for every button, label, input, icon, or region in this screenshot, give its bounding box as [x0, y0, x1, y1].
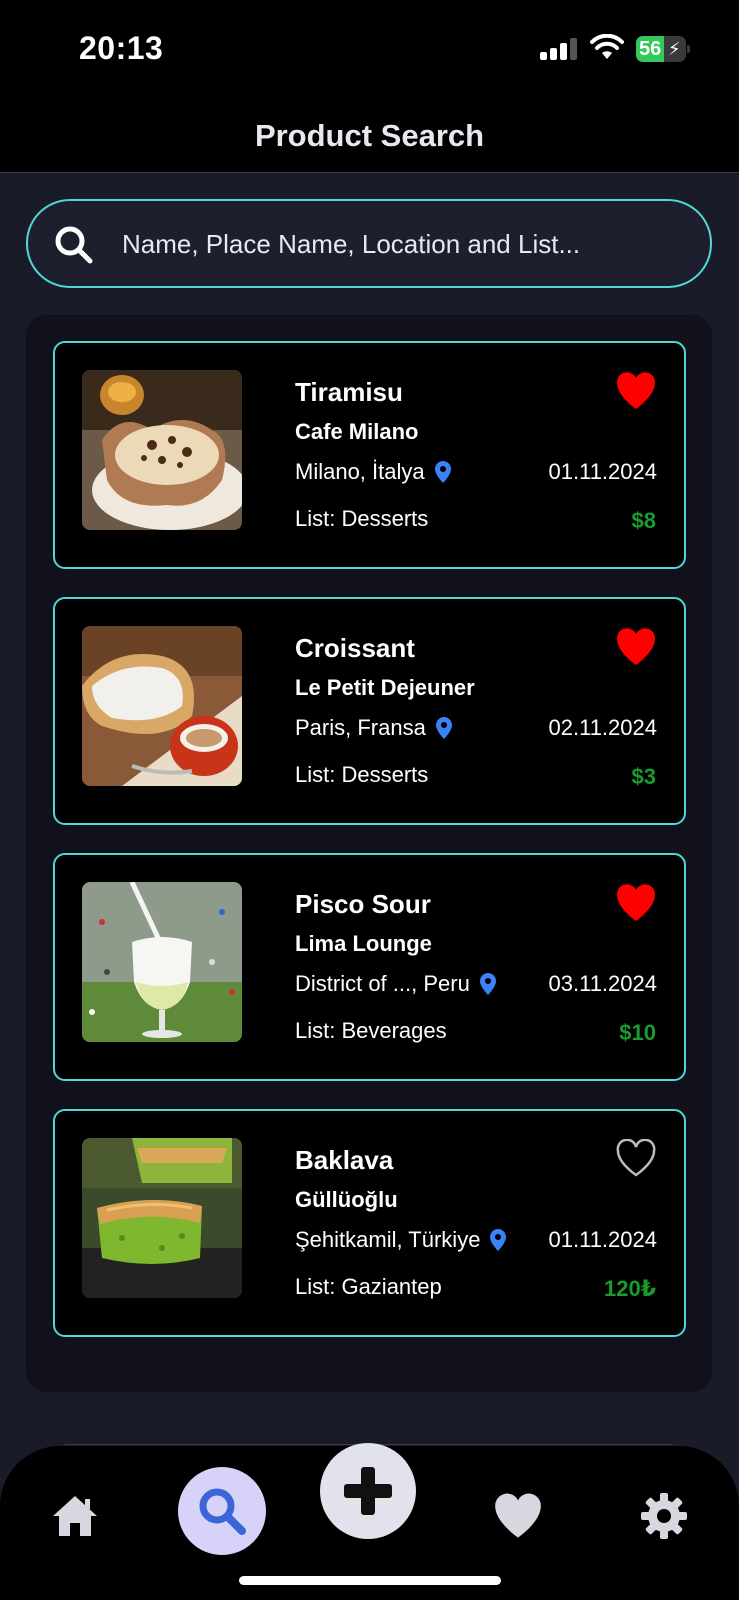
product-image-pisco-sour: [82, 882, 242, 1042]
search-bar[interactable]: [26, 199, 712, 288]
location-text: Şehitkamil, Türkiye: [295, 1227, 481, 1252]
product-price: $10: [619, 1020, 656, 1045]
nav-favorites-button[interactable]: [488, 1486, 548, 1546]
location-pin-icon: [479, 973, 496, 995]
nav-home-button[interactable]: [45, 1486, 105, 1546]
product-card[interactable]: Croissant Le Petit Dejeuner Paris, Frans…: [53, 597, 686, 825]
nav-search-button[interactable]: [178, 1467, 266, 1555]
favorite-heart-icon[interactable]: [615, 627, 657, 667]
product-date: 01.11.2024: [548, 459, 657, 484]
product-list-name: List: Desserts: [295, 506, 429, 531]
search-input[interactable]: [122, 221, 682, 267]
location-pin-icon: [490, 1229, 507, 1251]
product-name: Baklava: [295, 1145, 394, 1175]
product-date: 03.11.2024: [548, 971, 657, 996]
product-price: 120₺: [603, 1276, 656, 1301]
location-text: Paris, Fransa: [295, 715, 426, 740]
favorite-heart-outline-icon[interactable]: [615, 1138, 657, 1179]
product-image-tiramisu: [82, 370, 242, 530]
home-indicator[interactable]: [239, 1576, 501, 1585]
favorite-heart-icon[interactable]: [615, 371, 657, 411]
product-price: $8: [631, 508, 656, 533]
product-list-name: List: Gaziantep: [295, 1274, 442, 1299]
product-name: Tiramisu: [295, 377, 403, 407]
status-time: 20:13: [79, 30, 164, 66]
location-pin-icon: [434, 461, 451, 483]
search-icon: [199, 1488, 246, 1535]
place-name: Cafe Milano: [295, 419, 419, 444]
battery-percent: 56: [639, 38, 662, 60]
product-list-name: List: Desserts: [295, 762, 429, 787]
product-image-baklava: [82, 1138, 242, 1298]
product-card[interactable]: Baklava Güllüoğlu Şehitkamil, Türkiye 01…: [53, 1109, 686, 1337]
nav-add-button[interactable]: [320, 1443, 416, 1539]
product-location: District of ..., Peru: [295, 971, 496, 997]
product-list: Tiramisu Cafe Milano Milano, İtalya 01.1…: [26, 315, 712, 1392]
location-text: Milano, İtalya: [295, 459, 425, 484]
product-location: Milano, İtalya: [295, 459, 451, 485]
charging-bolt-icon: ⚡: [668, 39, 681, 59]
product-price: $3: [631, 764, 656, 789]
page-header: Product Search: [0, 100, 739, 173]
cellular-signal-icon: [540, 38, 578, 60]
product-location: Paris, Fransa: [295, 715, 452, 741]
wifi-icon: [590, 33, 624, 67]
location-text: District of ..., Peru: [295, 971, 470, 996]
place-name: Güllüoğlu: [295, 1187, 398, 1212]
status-bar: 20:13 56 ⚡: [0, 0, 739, 100]
product-date: 01.11.2024: [548, 1227, 657, 1252]
product-list-name: List: Beverages: [295, 1018, 447, 1043]
plus-icon: [344, 1467, 392, 1515]
favorite-heart-icon[interactable]: [615, 883, 657, 923]
place-name: Lima Lounge: [295, 931, 432, 956]
product-image-croissant: [82, 626, 242, 786]
battery-icon: 56 ⚡: [636, 36, 690, 62]
product-name: Croissant: [295, 633, 415, 663]
heart-icon: [495, 1493, 541, 1538]
product-card[interactable]: Tiramisu Cafe Milano Milano, İtalya 01.1…: [53, 341, 686, 569]
product-name: Pisco Sour: [295, 889, 431, 919]
page-title: Product Search: [254, 118, 485, 153]
product-card[interactable]: Pisco Sour Lima Lounge District of ..., …: [53, 853, 686, 1081]
gear-icon: [641, 1493, 687, 1539]
product-location: Şehitkamil, Türkiye: [295, 1227, 507, 1253]
place-name: Le Petit Dejeuner: [295, 675, 475, 700]
search-icon: [54, 225, 94, 265]
home-icon: [53, 1496, 97, 1536]
product-date: 02.11.2024: [548, 715, 657, 740]
nav-settings-button[interactable]: [634, 1486, 694, 1546]
location-pin-icon: [435, 717, 452, 739]
